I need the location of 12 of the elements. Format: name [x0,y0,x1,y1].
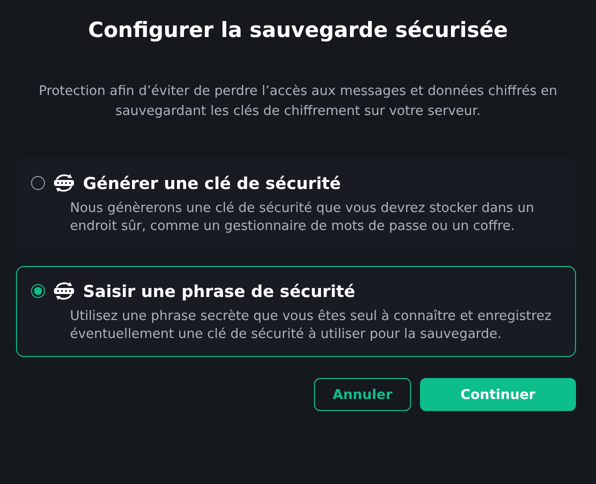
key-sync-icon [53,281,75,301]
radio-button[interactable] [31,284,45,298]
cancel-button[interactable]: Annuler [314,378,411,411]
option-card[interactable]: Saisir une phrase de sécurité Utilisez une phrase secrète que vous êtes seul à connaître et enregistrez éventuellement une clé de sécurité à utiliser pour la sauvegarde. [16,266,576,357]
option-title: Générer une clé de sécurité [83,174,341,192]
key-sync-icon [53,173,75,193]
option-title: Saisir une phrase de sécurité [83,282,356,300]
option-description: Utilisez une phrase secrète que vous êtes seul à connaître et enregistrez éventuellement une clé de sécurité à utiliser pour la sauvegarde. [70,308,552,344]
radio-button[interactable] [31,176,45,190]
option-description: Nous génèrerons une clé de sécurité que vous devrez stocker dans un endroit sûr, comme un gestionnaire de mots de passe ou un coffre. [70,200,536,236]
dialog-title: Configurer la sauvegarde sécurisée [87,18,509,42]
dialog-description: Protection afin d’éviter de perdre l’accès aux messages et données chiffrés en sauvegardant les clés de chiffrement sur votre serveur. [38,83,558,121]
